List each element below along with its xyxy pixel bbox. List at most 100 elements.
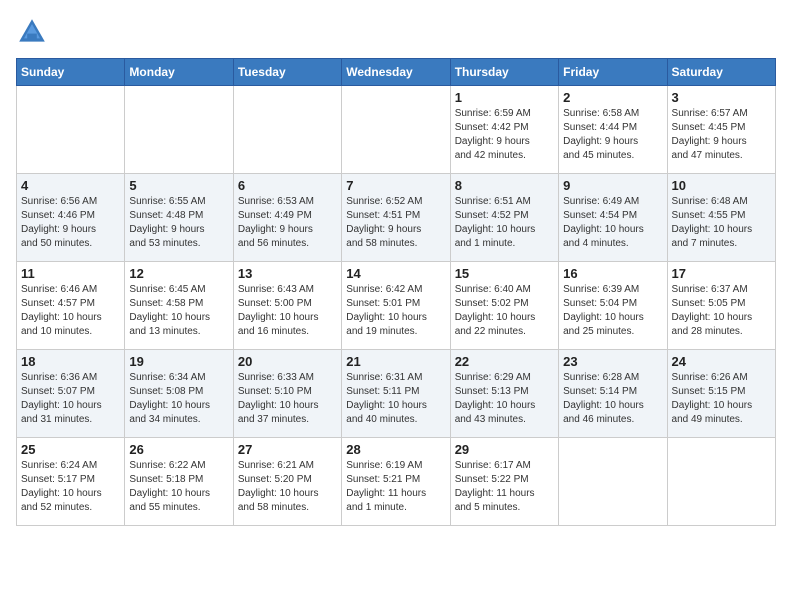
day-info: Sunrise: 6:19 AM Sunset: 5:21 PM Dayligh…	[346, 459, 445, 515]
day-cell: 7Sunrise: 6:52 AM Sunset: 4:51 PM Daylig…	[342, 174, 450, 262]
day-number: 18	[21, 354, 120, 369]
day-number: 3	[672, 90, 771, 105]
week-row-4: 18 Sunrise: 6:36 AM Sunset: 5:07 PM Dayli…	[17, 350, 776, 438]
day-info: Sunrise: 6:48 AM Sunset: 4:55 PM Dayligh…	[672, 195, 771, 251]
header-day-thursday: Thursday	[450, 59, 558, 86]
header-day-sunday: Sunday	[17, 59, 125, 86]
day-cell: 8 Sunrise: 6:51 AM Sunset: 4:52 PM Daylig…	[450, 174, 558, 262]
day-number: 8	[455, 178, 554, 193]
calendar-header: SundayMondayTuesdayWednesdayThursdayFrid…	[17, 59, 776, 86]
day-info: Sunrise: 6:40 AM Sunset: 5:02 PM Dayligh…	[455, 283, 554, 339]
day-cell	[559, 438, 667, 526]
day-cell	[233, 86, 341, 174]
day-info: Sunrise: 6:53 AM Sunset: 4:49 PM Dayligh…	[238, 195, 337, 251]
day-cell: 12 Sunrise: 6:45 AM Sunset: 4:58 PM Dayli…	[125, 262, 233, 350]
day-number: 21	[346, 354, 445, 369]
day-info: Sunrise: 6:58 AM Sunset: 4:44 PM Dayligh…	[563, 107, 662, 163]
day-cell: 11 Sunrise: 6:46 AM Sunset: 4:57 PM Dayli…	[17, 262, 125, 350]
day-info: Sunrise: 6:51 AM Sunset: 4:52 PM Dayligh…	[455, 195, 554, 251]
day-cell: 17Sunrise: 6:37 AM Sunset: 5:05 PM Dayli…	[667, 262, 775, 350]
day-cell: 3 Sunrise: 6:57 AM Sunset: 4:45 PM Daylig…	[667, 86, 775, 174]
day-cell: 27 Sunrise: 6:21 AM Sunset: 5:20 PM Dayli…	[233, 438, 341, 526]
week-row-2: 4 Sunrise: 6:56 AM Sunset: 4:46 PM Daylig…	[17, 174, 776, 262]
day-cell: 2 Sunrise: 6:58 AM Sunset: 4:44 PM Daylig…	[559, 86, 667, 174]
day-info: Sunrise: 6:55 AM Sunset: 4:48 PM Dayligh…	[129, 195, 228, 251]
day-number: 4	[21, 178, 120, 193]
week-row-1: 1 Sunrise: 6:59 AM Sunset: 4:42 PM Daylig…	[17, 86, 776, 174]
day-number: 20	[238, 354, 337, 369]
day-number: 11	[21, 266, 120, 281]
day-info: Sunrise: 6:17 AM Sunset: 5:22 PM Dayligh…	[455, 459, 554, 515]
header-row: SundayMondayTuesdayWednesdayThursdayFrid…	[17, 59, 776, 86]
day-number: 22	[455, 354, 554, 369]
day-number: 12	[129, 266, 228, 281]
day-number: 13	[238, 266, 337, 281]
day-cell: 1 Sunrise: 6:59 AM Sunset: 4:42 PM Daylig…	[450, 86, 558, 174]
day-number: 28	[346, 442, 445, 457]
day-info: Sunrise: 6:22 AM Sunset: 5:18 PM Dayligh…	[129, 459, 228, 515]
header-day-tuesday: Tuesday	[233, 59, 341, 86]
day-number: 1	[455, 90, 554, 105]
day-info: Sunrise: 6:52 AM Sunset: 4:51 PM Dayligh…	[346, 195, 445, 251]
day-number: 29	[455, 442, 554, 457]
week-row-5: 25 Sunrise: 6:24 AM Sunset: 5:17 PM Dayli…	[17, 438, 776, 526]
day-cell: 25 Sunrise: 6:24 AM Sunset: 5:17 PM Dayli…	[17, 438, 125, 526]
day-info: Sunrise: 6:46 AM Sunset: 4:57 PM Dayligh…	[21, 283, 120, 339]
day-cell: 19 Sunrise: 6:34 AM Sunset: 5:08 PM Dayli…	[125, 350, 233, 438]
day-cell: 10 Sunrise: 6:48 AM Sunset: 4:55 PM Dayli…	[667, 174, 775, 262]
day-number: 16	[563, 266, 662, 281]
day-cell	[17, 86, 125, 174]
day-number: 5	[129, 178, 228, 193]
calendar-table: SundayMondayTuesdayWednesdayThursdayFrid…	[16, 58, 776, 526]
day-cell: 6 Sunrise: 6:53 AM Sunset: 4:49 PM Daylig…	[233, 174, 341, 262]
day-cell	[125, 86, 233, 174]
day-cell	[342, 86, 450, 174]
day-number: 14	[346, 266, 445, 281]
day-info: Sunrise: 6:56 AM Sunset: 4:46 PM Dayligh…	[21, 195, 120, 251]
day-cell: 23Sunrise: 6:28 AM Sunset: 5:14 PM Dayli…	[559, 350, 667, 438]
day-info: Sunrise: 6:39 AM Sunset: 5:04 PM Dayligh…	[563, 283, 662, 339]
day-info: Sunrise: 6:45 AM Sunset: 4:58 PM Dayligh…	[129, 283, 228, 339]
day-info: Sunrise: 6:33 AM Sunset: 5:10 PM Dayligh…	[238, 371, 337, 427]
day-number: 19	[129, 354, 228, 369]
day-number: 6	[238, 178, 337, 193]
day-cell: 4 Sunrise: 6:56 AM Sunset: 4:46 PM Daylig…	[17, 174, 125, 262]
day-number: 9	[563, 178, 662, 193]
day-cell: 24Sunrise: 6:26 AM Sunset: 5:15 PM Dayli…	[667, 350, 775, 438]
day-info: Sunrise: 6:28 AM Sunset: 5:14 PM Dayligh…	[563, 371, 662, 427]
day-cell	[667, 438, 775, 526]
day-cell: 28 Sunrise: 6:19 AM Sunset: 5:21 PM Dayli…	[342, 438, 450, 526]
header-day-wednesday: Wednesday	[342, 59, 450, 86]
day-cell: 29 Sunrise: 6:17 AM Sunset: 5:22 PM Dayli…	[450, 438, 558, 526]
day-cell: 9 Sunrise: 6:49 AM Sunset: 4:54 PM Daylig…	[559, 174, 667, 262]
day-number: 17	[672, 266, 771, 281]
day-info: Sunrise: 6:31 AM Sunset: 5:11 PM Dayligh…	[346, 371, 445, 427]
day-info: Sunrise: 6:59 AM Sunset: 4:42 PM Dayligh…	[455, 107, 554, 163]
day-info: Sunrise: 6:24 AM Sunset: 5:17 PM Dayligh…	[21, 459, 120, 515]
logo-icon	[16, 16, 48, 48]
day-number: 10	[672, 178, 771, 193]
day-info: Sunrise: 6:26 AM Sunset: 5:15 PM Dayligh…	[672, 371, 771, 427]
day-cell: 18 Sunrise: 6:36 AM Sunset: 5:07 PM Dayli…	[17, 350, 125, 438]
day-info: Sunrise: 6:36 AM Sunset: 5:07 PM Dayligh…	[21, 371, 120, 427]
logo	[16, 16, 52, 48]
day-cell: 26Sunrise: 6:22 AM Sunset: 5:18 PM Dayli…	[125, 438, 233, 526]
day-number: 27	[238, 442, 337, 457]
header-day-friday: Friday	[559, 59, 667, 86]
day-cell: 20 Sunrise: 6:33 AM Sunset: 5:10 PM Dayli…	[233, 350, 341, 438]
day-info: Sunrise: 6:21 AM Sunset: 5:20 PM Dayligh…	[238, 459, 337, 515]
day-cell: 22Sunrise: 6:29 AM Sunset: 5:13 PM Dayli…	[450, 350, 558, 438]
calendar-body: 1 Sunrise: 6:59 AM Sunset: 4:42 PM Daylig…	[17, 86, 776, 526]
day-cell: 15Sunrise: 6:40 AM Sunset: 5:02 PM Dayli…	[450, 262, 558, 350]
day-info: Sunrise: 6:34 AM Sunset: 5:08 PM Dayligh…	[129, 371, 228, 427]
day-cell: 13 Sunrise: 6:43 AM Sunset: 5:00 PM Dayli…	[233, 262, 341, 350]
day-cell: 5 Sunrise: 6:55 AM Sunset: 4:48 PM Daylig…	[125, 174, 233, 262]
day-cell: 16 Sunrise: 6:39 AM Sunset: 5:04 PM Dayli…	[559, 262, 667, 350]
header-day-saturday: Saturday	[667, 59, 775, 86]
day-info: Sunrise: 6:49 AM Sunset: 4:54 PM Dayligh…	[563, 195, 662, 251]
day-info: Sunrise: 6:57 AM Sunset: 4:45 PM Dayligh…	[672, 107, 771, 163]
day-number: 2	[563, 90, 662, 105]
day-info: Sunrise: 6:43 AM Sunset: 5:00 PM Dayligh…	[238, 283, 337, 339]
header-day-monday: Monday	[125, 59, 233, 86]
day-number: 25	[21, 442, 120, 457]
